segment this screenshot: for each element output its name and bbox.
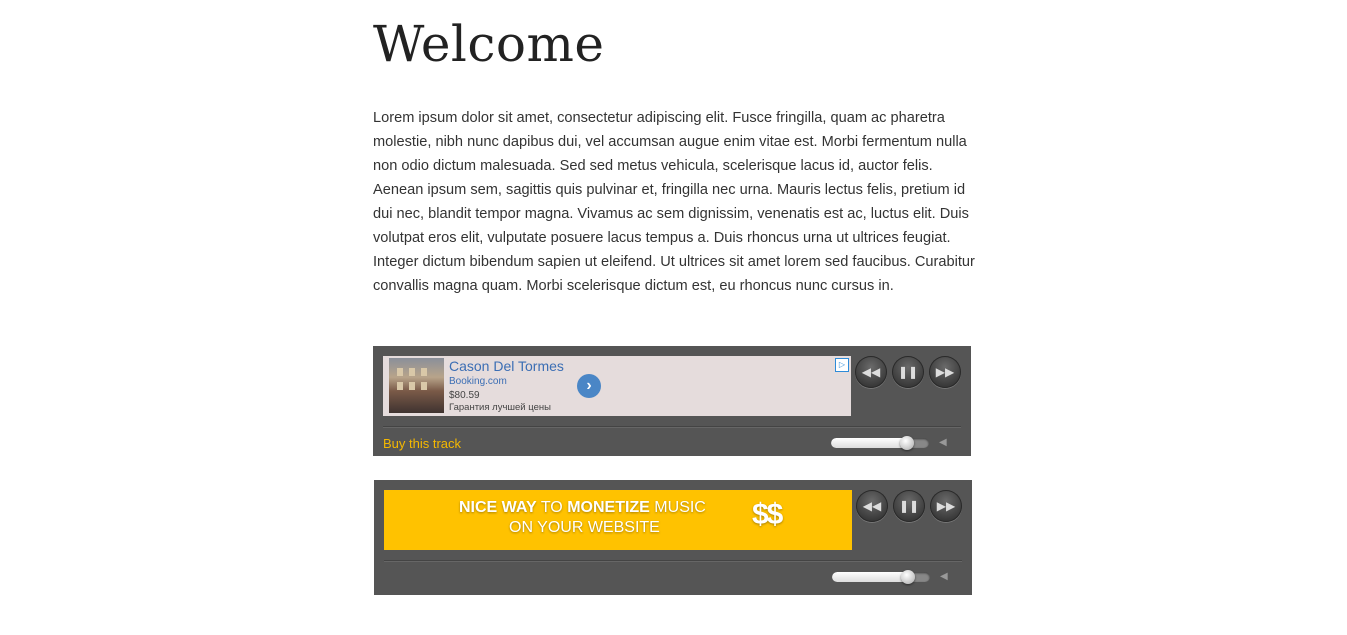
banner-bold-2: MONETIZE bbox=[567, 499, 650, 516]
pause-button[interactable]: ❚❚ bbox=[893, 490, 925, 522]
banner-subline: ON YOUR WEBSITE bbox=[509, 519, 660, 536]
page-title: Welcome bbox=[373, 15, 605, 73]
ad-hotel-name[interactable]: Cason Del Tormes bbox=[449, 358, 564, 374]
speaker-icon[interactable]: ◀ bbox=[940, 571, 952, 583]
ad-site-link[interactable]: Booking.com bbox=[449, 376, 507, 387]
ad-choices-icon[interactable]: ▷ bbox=[835, 358, 849, 372]
volume-fill bbox=[831, 438, 908, 448]
ad-banner[interactable]: Cason Del Tormes Booking.com $80.59 Гара… bbox=[383, 356, 851, 416]
audio-player-2: NICE WAY TO MONETIZE MUSIC ON YOUR WEBSI… bbox=[374, 480, 972, 595]
body-paragraph: Lorem ipsum dolor sit amet, consectetur … bbox=[373, 110, 975, 294]
pause-button[interactable]: ❚❚ bbox=[892, 356, 924, 388]
ad-hotel-image[interactable] bbox=[389, 358, 444, 413]
speaker-icon[interactable]: ◀ bbox=[939, 437, 951, 449]
dollar-signs-icon: $$ bbox=[752, 498, 783, 531]
fast-forward-button[interactable]: ▶▶ bbox=[930, 490, 962, 522]
fast-forward-button[interactable]: ▶▶ bbox=[929, 356, 961, 388]
player-divider bbox=[384, 560, 962, 562]
banner-bold-1: NICE WAY bbox=[459, 499, 537, 516]
ad-price: $80.59 bbox=[449, 390, 480, 401]
volume-fill bbox=[832, 572, 909, 582]
volume-slider[interactable] bbox=[831, 438, 929, 448]
player-divider bbox=[383, 426, 961, 428]
rewind-button[interactable]: ◀◀ bbox=[856, 490, 888, 522]
buy-track-link[interactable]: Buy this track bbox=[383, 436, 461, 451]
audio-player-1: Cason Del Tormes Booking.com $80.59 Гара… bbox=[373, 346, 971, 456]
ad-go-arrow-icon[interactable]: › bbox=[577, 374, 601, 398]
rewind-button[interactable]: ◀◀ bbox=[855, 356, 887, 388]
banner-headline: NICE WAY TO MONETIZE MUSIC bbox=[459, 499, 706, 517]
volume-slider[interactable] bbox=[832, 572, 930, 582]
banner-end: MUSIC bbox=[649, 499, 706, 516]
monetize-banner[interactable]: NICE WAY TO MONETIZE MUSIC ON YOUR WEBSI… bbox=[384, 490, 852, 550]
ad-tagline: Гарантия лучшей цены bbox=[449, 402, 551, 413]
banner-mid: TO bbox=[536, 499, 568, 516]
